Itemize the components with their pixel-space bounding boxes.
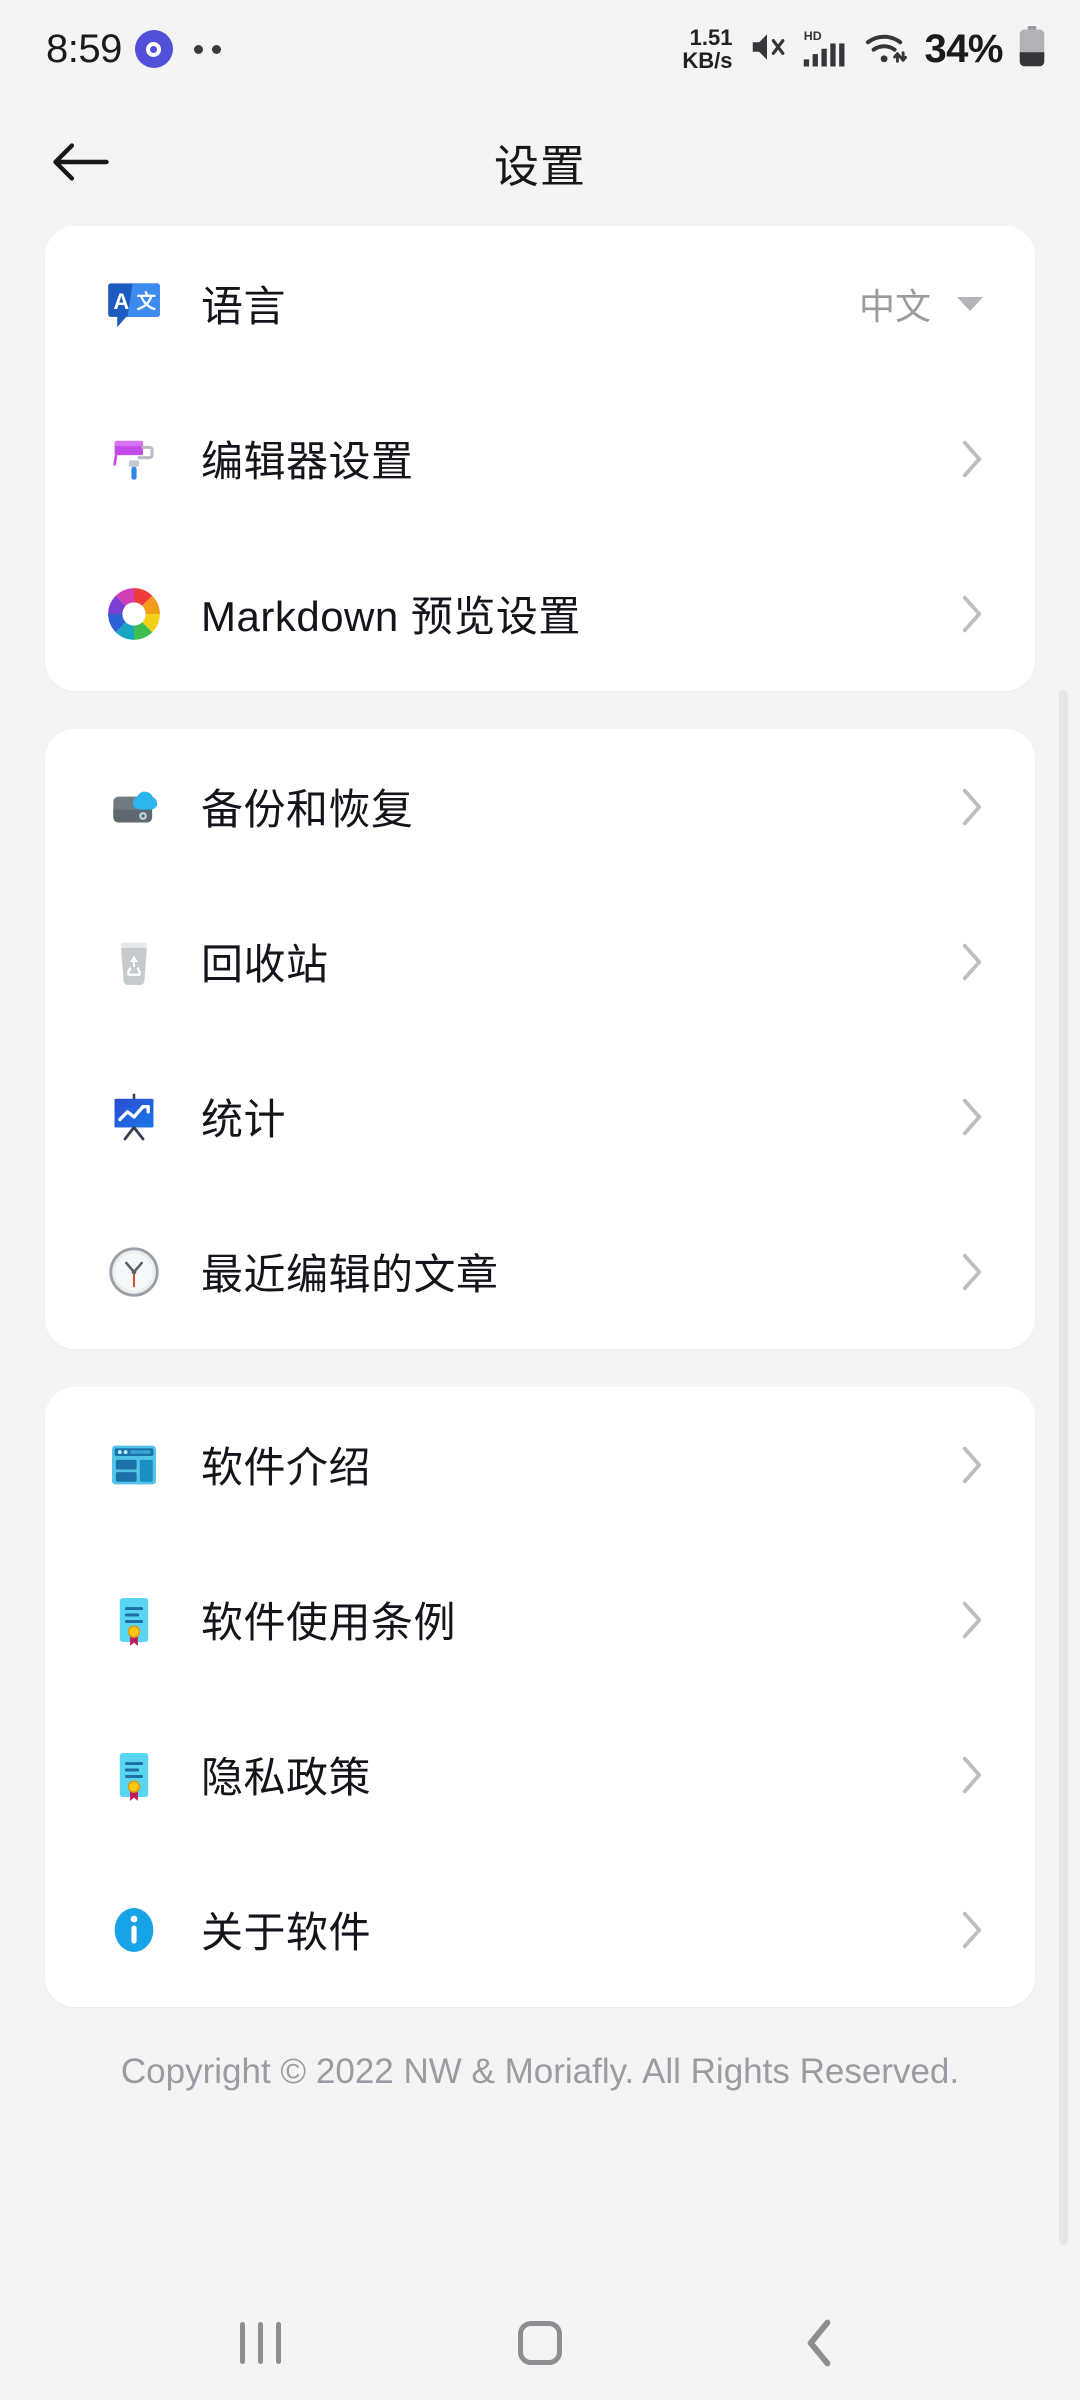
window-layout-icon [103, 1434, 165, 1496]
settings-row-language[interactable]: A 文 语言 中文 [45, 226, 1035, 381]
system-navigation-bar [0, 2286, 1080, 2400]
settings-row-software-intro[interactable]: 软件介绍 [45, 1387, 1035, 1542]
chevron-right-icon [961, 1755, 983, 1795]
nav-back-icon[interactable] [765, 2288, 875, 2398]
certificate-icon [103, 1744, 165, 1806]
status-bar: 8:59 1.51 KB/s HD 34% [0, 0, 1080, 98]
vertical-scrollbar[interactable] [1059, 690, 1068, 2245]
settings-row-about-software[interactable]: 关于软件 [45, 1852, 1035, 2007]
settings-row-label: 隐私政策 [201, 1754, 372, 1801]
settings-scroll-container[interactable]: A 文 语言 中文 编辑器设置 Markdown 预览设置 备份和恢复 回收站 … [0, 226, 1080, 2286]
chevron-right-icon [961, 439, 983, 479]
battery-percent: 34% [924, 26, 1003, 71]
settings-row-label: 软件使用条例 [201, 1599, 457, 1646]
copyright-text: Copyright © 2022 NW & Moriafly. All Righ… [120, 2052, 960, 2091]
recents-icon[interactable] [205, 2288, 315, 2398]
chevron-right-icon [961, 1600, 983, 1640]
settings-row-label: 语言 [201, 283, 287, 330]
settings-row-statistics[interactable]: 统计 [45, 1039, 1035, 1194]
settings-row-terms-of-use[interactable]: 软件使用条例 [45, 1542, 1035, 1697]
statistics-icon [103, 1086, 165, 1148]
svg-text:HD: HD [804, 28, 822, 42]
status-bar-left: 8:59 [46, 27, 221, 72]
svg-text:文: 文 [137, 289, 157, 312]
chevron-right-icon [961, 942, 983, 982]
settings-row-backup-restore[interactable]: 备份和恢复 [45, 729, 1035, 884]
color-wheel-icon [103, 583, 165, 645]
arrow-left-icon[interactable] [46, 127, 116, 197]
clock-icon [103, 1241, 165, 1303]
svg-text:A: A [113, 289, 129, 314]
settings-row-label: 编辑器设置 [201, 438, 414, 485]
translate-icon: A 文 [103, 273, 165, 335]
app-bar: 设置 [0, 98, 1080, 226]
chevron-right-icon [961, 1445, 983, 1485]
settings-row-label: 软件介绍 [201, 1444, 372, 1491]
chevron-down-icon[interactable] [957, 296, 983, 311]
settings-row-label: 统计 [201, 1096, 287, 1143]
settings-row-label: Markdown 预览设置 [201, 593, 581, 640]
record-dot-icon [134, 30, 173, 68]
language-value: 中文 [858, 285, 931, 327]
info-circle-icon [103, 1899, 165, 1961]
wifi-icon [863, 28, 909, 71]
recycle-bin-icon [103, 931, 165, 993]
page-title: 设置 [493, 140, 586, 192]
chevron-right-icon [961, 787, 983, 827]
settings-row-label: 最近编辑的文章 [201, 1251, 499, 1298]
settings-section-data: 备份和恢复 回收站 统计 最近编辑的文章 [45, 729, 1035, 1349]
home-icon[interactable] [485, 2288, 595, 2398]
network-speed-unit: KB/s [682, 48, 733, 73]
settings-section-general: A 文 语言 中文 编辑器设置 Markdown 预览设置 [45, 226, 1035, 691]
status-bar-right: 1.51 KB/s HD 34% [682, 25, 1046, 73]
battery-icon [1018, 25, 1046, 73]
settings-row-recent-articles[interactable]: 最近编辑的文章 [45, 1194, 1035, 1349]
notification-dots-icon [193, 44, 221, 54]
settings-row-label: 回收站 [201, 941, 329, 988]
settings-row-privacy-policy[interactable]: 隐私政策 [45, 1697, 1035, 1852]
paint-roller-icon [103, 428, 165, 490]
chevron-right-icon [961, 1910, 983, 1950]
settings-row-label: 备份和恢复 [201, 786, 414, 833]
volume-muted-icon [747, 28, 787, 71]
cellular-signal-icon: HD [802, 27, 848, 72]
settings-row-editor-settings[interactable]: 编辑器设置 [45, 381, 1035, 536]
cloud-backup-icon [103, 776, 165, 838]
network-speed-value: 1.51 [689, 25, 733, 50]
chevron-right-icon [961, 1252, 983, 1292]
certificate-icon [103, 1589, 165, 1651]
status-bar-clock: 8:59 [46, 26, 122, 71]
chevron-right-icon [961, 594, 983, 634]
network-speed: 1.51 KB/s [682, 26, 732, 72]
chevron-right-icon [961, 1097, 983, 1137]
settings-row-recycle-bin[interactable]: 回收站 [45, 884, 1035, 1039]
settings-row-markdown-preview[interactable]: Markdown 预览设置 [45, 536, 1035, 691]
settings-row-label: 关于软件 [201, 1909, 372, 1956]
settings-section-about: 软件介绍 软件使用条例 隐私政策 关于软件 [45, 1387, 1035, 2007]
